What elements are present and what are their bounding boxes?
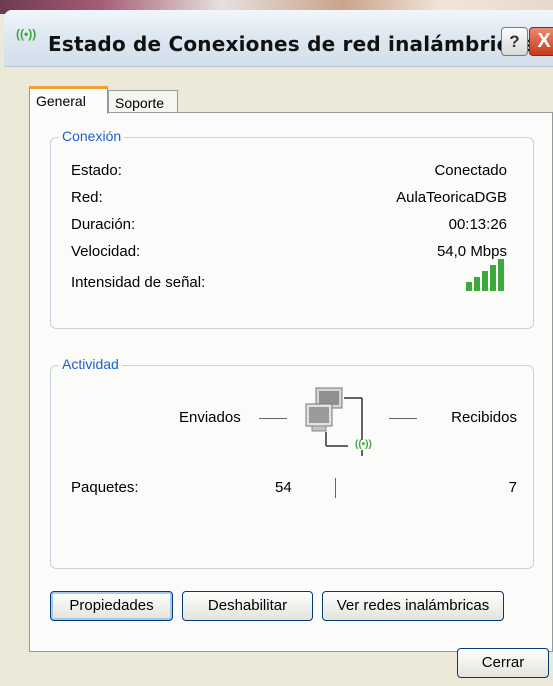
dialog-window: ((•)) Estado de Conexiones de red inalám…: [4, 10, 553, 686]
tab-soporte[interactable]: Soporte: [108, 90, 178, 114]
network-value: AulaTeoricaDGB: [396, 189, 507, 206]
disable-button[interactable]: Deshabilitar: [182, 591, 313, 621]
wireless-network-icon: ((•)): [16, 27, 37, 41]
signal-label: Intensidad de señal:: [71, 274, 206, 291]
connection-group-label: Conexión: [59, 128, 125, 144]
packets-divider: [335, 478, 336, 498]
title-bar[interactable]: ((•)) Estado de Conexiones de red inalám…: [4, 10, 553, 67]
network-label: Red:: [71, 189, 103, 206]
received-line: [389, 418, 417, 419]
view-wireless-networks-button[interactable]: Ver redes inalámbricas: [322, 591, 504, 621]
speed-label: Velocidad:: [71, 243, 141, 260]
packets-label: Paquetes:: [71, 479, 139, 496]
tab-panel-general: Conexión Estado: Conectado Red: AulaTeor…: [29, 112, 553, 652]
help-button[interactable]: ?: [501, 27, 528, 56]
activity-group-label: Actividad: [59, 356, 122, 372]
status-row: Estado: Conectado: [71, 160, 507, 182]
connection-group: Conexión Estado: Conectado Red: AulaTeor…: [50, 128, 534, 329]
status-value: Conectado: [434, 162, 507, 179]
wireless-activity-icon: ((•)): [355, 439, 372, 450]
duration-label: Duración:: [71, 216, 136, 233]
duration-value: 00:13:26: [448, 216, 507, 233]
activity-group: Actividad Enviados ((•)) Recibidos Paque…: [50, 356, 534, 569]
window-title: Estado de Conexiones de red inalámbricas: [48, 32, 535, 56]
signal-row: Intensidad de señal:: [71, 259, 507, 294]
received-label: Recibidos: [451, 409, 517, 426]
tab-strip: General Soporte: [4, 66, 553, 116]
tab-general[interactable]: General: [29, 86, 108, 114]
sent-line: [259, 418, 287, 419]
status-label: Estado:: [71, 162, 122, 179]
packets-sent-value: 54: [275, 479, 292, 496]
duration-row: Duración: 00:13:26: [71, 214, 507, 236]
close-window-button[interactable]: X: [529, 27, 553, 56]
packets-received-value: 7: [508, 479, 517, 496]
network-computers-icon: [305, 387, 363, 456]
close-button[interactable]: Cerrar: [457, 648, 549, 678]
properties-button[interactable]: Propiedades: [50, 591, 173, 621]
signal-strength-icon: [466, 259, 504, 291]
speed-row: Velocidad: 54,0 Mbps: [71, 241, 507, 263]
network-row: Red: AulaTeoricaDGB: [71, 187, 507, 209]
sent-label: Enviados: [179, 409, 241, 426]
